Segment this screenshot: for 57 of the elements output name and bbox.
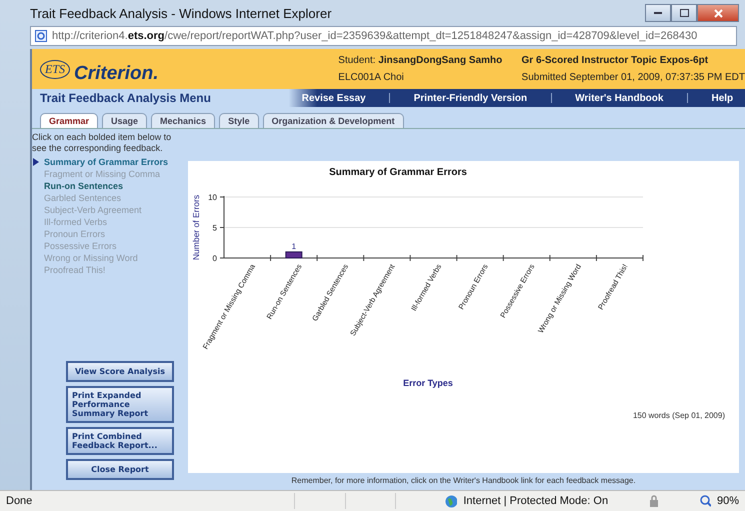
feedback-item: Fragment or Missing Comma [44, 168, 160, 180]
feedback-item[interactable]: Run-on Sentences [44, 180, 124, 192]
zoom-icon[interactable] [700, 495, 711, 507]
feedback-item: Possessive Errors [44, 240, 117, 252]
nav-link[interactable]: Revise Essay [302, 92, 366, 104]
security-zone: Internet | Protected Mode: On [463, 495, 610, 507]
tab[interactable]: Usage [102, 113, 148, 128]
feedback-item: Subject-Verb Agreement [44, 204, 142, 216]
chart-title: Summary of Grammar Errors [329, 167, 467, 178]
y-tick-label: 5 [212, 224, 217, 232]
nav-link[interactable]: Printer-Friendly Version [414, 92, 528, 104]
word-count: 150 words (Sep 01, 2009) [632, 411, 725, 420]
y-tick-label: 0 [212, 254, 217, 263]
y-axis [220, 196, 224, 258]
minimize-icon [654, 12, 662, 14]
student-name: Student: JinsangDongSang Samho [338, 55, 504, 66]
bar-value-label: 1 [292, 242, 296, 251]
footer-note: Remember, for more information, click on the Writer's Handbook link for each feedback message. [291, 476, 636, 485]
tab[interactable]: Mechanics [151, 113, 216, 128]
minimize-button[interactable] [645, 4, 671, 22]
report-button[interactable]: View Score Analysis [66, 361, 174, 382]
logo-text: Criterion. [74, 62, 158, 84]
page-icon [35, 30, 47, 42]
report-button[interactable]: Close Report [66, 459, 174, 480]
tab[interactable]: Style [219, 113, 259, 128]
y-tick-label: 10 [208, 193, 217, 202]
x-axis-label: Error Types [403, 378, 453, 388]
nav-link[interactable]: Writer's Handbook [575, 92, 664, 104]
logo-badge: ETS [40, 60, 70, 78]
y-axis-label: Number of Errors [191, 194, 201, 260]
feedback-item: Pronoun Errors [44, 228, 106, 240]
bar [285, 251, 302, 258]
instructions-text: Click on each bolded item below to see the corresponding feedback. [32, 132, 172, 154]
window-title: Trait Feedback Analysis - Windows Internet Explorer [30, 6, 333, 20]
nav-link[interactable]: Help [712, 92, 734, 104]
address-field[interactable]: http://criterion4.ets.org/cwe/report/reportWAT.php?user_id=2359639&attempt_dt=1251848247&assign_id=428709&level_id=268430 [30, 26, 737, 46]
menu-title: Trait Feedback Analysis Menu [39, 91, 212, 105]
feedback-item: Ill-formed Verbs [44, 216, 108, 228]
close-icon [714, 8, 722, 18]
maximize-button[interactable] [671, 4, 697, 22]
zoom-level[interactable]: 90% [716, 495, 739, 507]
submitted-date: Submitted September 01, 2009, 07:37:35 PM EDT [522, 72, 745, 83]
assignment-title: Gr 6-Scored Instructor Topic Expos-6pt [522, 55, 710, 66]
feedback-item: Garbled Sentences [44, 192, 122, 204]
feedback-item[interactable]: Summary of Grammar Errors [44, 156, 168, 168]
status-text: Done [6, 495, 34, 507]
report-button[interactable]: Print Combined Feedback Report... [66, 427, 174, 455]
class-name: ELC001A Choi [338, 72, 405, 83]
feedback-item: Proofread This! [44, 264, 106, 276]
tab[interactable]: Grammar [40, 113, 98, 128]
feedback-item: Wrong or Missing Word [44, 252, 138, 264]
tab[interactable]: Organization & Development [262, 113, 404, 128]
maximize-icon [680, 9, 688, 17]
close-button[interactable] [697, 4, 739, 22]
report-button[interactable]: Print Expanded Performance Summary Report [66, 386, 174, 423]
globe-icon [445, 494, 458, 508]
lock-icon[interactable] [648, 495, 660, 507]
